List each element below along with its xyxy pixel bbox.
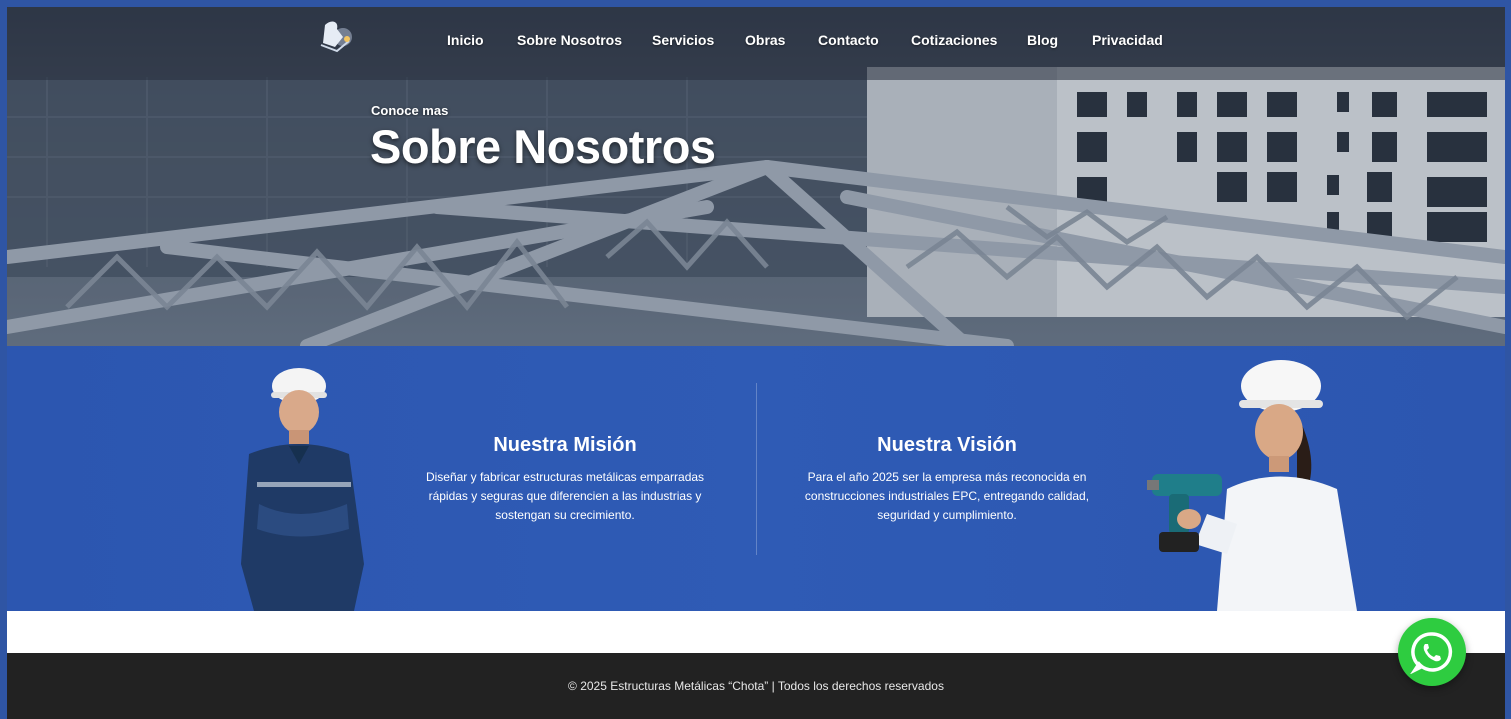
worker-man-image	[241, 368, 364, 611]
nav-obras[interactable]: Obras	[745, 32, 785, 48]
welder-logo[interactable]	[313, 17, 359, 59]
nav-cotizaciones[interactable]: Cotizaciones	[911, 32, 997, 48]
worker-woman-image	[1147, 360, 1357, 611]
mission-line: rápidas y seguras que diferencien a las …	[428, 489, 702, 503]
nav-blog[interactable]: Blog	[1027, 32, 1058, 48]
hero-kicker: Conoce mas	[371, 103, 449, 118]
nav-sobre-nosotros[interactable]: Sobre Nosotros	[517, 32, 622, 48]
mission-line: sostengan su crecimiento.	[495, 508, 635, 522]
nav-privacidad[interactable]: Privacidad	[1092, 32, 1163, 48]
mission-text: Diseñar y fabricar estructuras metálicas…	[415, 468, 715, 525]
footer: © 2025 Estructuras Metálicas “Chota” | T…	[7, 653, 1505, 719]
whatsapp-button[interactable]	[1398, 618, 1466, 686]
hero-banner: Inicio Sobre Nosotros Servicios Obras Co…	[7, 7, 1505, 346]
mission-title: Nuestra Misión	[493, 434, 637, 456]
page-title: Sobre Nosotros	[370, 120, 716, 173]
page: Inicio Sobre Nosotros Servicios Obras Co…	[7, 7, 1505, 719]
vision-text: Para el año 2025 ser la empresa más reco…	[797, 468, 1097, 525]
vision-line: construcciones industriales EPC, entrega…	[804, 489, 1090, 503]
nav-servicios[interactable]: Servicios	[652, 32, 714, 48]
section-divider	[756, 383, 757, 555]
nav-inicio[interactable]: Inicio	[447, 32, 484, 48]
copyright-text: © 2025 Estructuras Metálicas “Chota” | T…	[568, 679, 944, 693]
mission-vision-section: Nuestra Misión Diseñar y fabricar estruc…	[7, 346, 1505, 611]
spacer-strip	[7, 611, 1505, 653]
mission-line: Diseñar y fabricar estructuras metálicas…	[425, 470, 705, 484]
vision-line: seguridad y cumplimiento.	[877, 508, 1017, 522]
top-navbar: Inicio Sobre Nosotros Servicios Obras Co…	[7, 7, 1505, 80]
vision-line: Para el año 2025 ser la empresa más reco…	[807, 470, 1087, 484]
vision-title: Nuestra Visión	[877, 434, 1017, 456]
whatsapp-icon	[1410, 632, 1453, 674]
nav-contacto[interactable]: Contacto	[818, 32, 879, 48]
